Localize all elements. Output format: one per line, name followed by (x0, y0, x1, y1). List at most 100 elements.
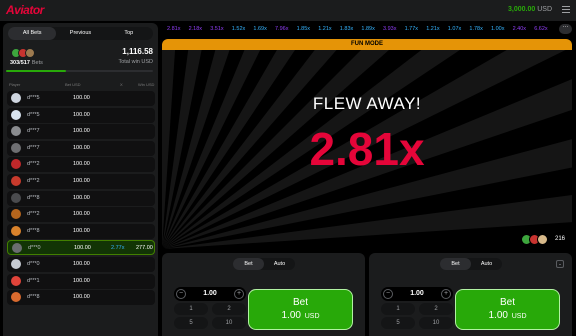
avatar (25, 48, 35, 58)
bet-amount: 100.00 (74, 245, 91, 252)
bet-row: d***1 100.00 (7, 273, 155, 289)
quick-amount-button[interactable]: 1 (174, 303, 208, 315)
game-area: FUN MODE FLEW AWAY! 2.81x 216 (162, 39, 572, 249)
quick-amount-button[interactable]: 5 (174, 317, 208, 329)
history-multiplier[interactable]: 1.07x (448, 26, 461, 32)
plus-icon[interactable]: + (234, 289, 244, 299)
balance-display: 3,000.00 USD (508, 6, 552, 13)
remove-panel-icon[interactable] (556, 260, 564, 268)
quick-amount-button[interactable]: 5 (381, 317, 415, 329)
player-name: d***5 (27, 95, 40, 101)
bet-button[interactable]: Bet 1.00 USD (248, 289, 353, 330)
avatar (11, 225, 21, 236)
bets-column-headers: Player Bet USD X Win USD (3, 81, 158, 89)
history-multiplier[interactable]: 3.93x (383, 26, 396, 32)
bet-row: d***0 100.00 2.77x 277.00 (7, 240, 155, 256)
quick-amount-button[interactable]: 10 (419, 317, 453, 329)
history-multiplier[interactable]: 7.96x (275, 26, 288, 32)
history-multiplier[interactable]: 6.62x (534, 26, 547, 32)
avatar (11, 109, 21, 120)
player-name: d***2 (27, 211, 40, 218)
avatar (11, 175, 21, 186)
bet-amount: 100.00 (73, 161, 90, 168)
avatar (11, 142, 21, 153)
plus-icon[interactable]: + (441, 289, 451, 299)
bet-mode-tabs: Bet Auto (440, 258, 502, 270)
bets-count-label: Bets (31, 60, 43, 66)
tab-bet[interactable]: Bet (233, 258, 264, 270)
player-name: d***1 (27, 277, 40, 284)
bets-count-value: 303/517 (10, 60, 30, 66)
bet-row: d***2 100.00 (7, 173, 155, 189)
player-name: d***0 (27, 260, 40, 267)
tab-all-bets[interactable]: All Bets (8, 27, 57, 40)
history-multiplier[interactable]: 1.00x (491, 26, 504, 32)
win-amount: 277.00 (136, 245, 153, 252)
online-players: 216 (521, 234, 570, 246)
history-multiplier[interactable]: 2.81x (167, 26, 180, 32)
bets-summary: 303/517 Bets 1,116.58 Total win USD (8, 45, 153, 73)
history-multiplier[interactable]: 1.77x (405, 26, 418, 32)
column-player: Player (9, 82, 21, 87)
history-multiplier[interactable]: 3.51x (210, 26, 223, 32)
bet-button-label: Bet (499, 297, 515, 308)
player-name: d***5 (27, 111, 40, 118)
tab-bet[interactable]: Bet (440, 258, 471, 270)
quick-amount-button[interactable]: 10 (212, 317, 246, 329)
aviator-logo: Aviator (6, 3, 44, 17)
player-name: d***8 (27, 294, 40, 301)
balance-amount: 3,000.00 (508, 6, 536, 13)
bet-amount-currency: USD (511, 313, 527, 320)
bet-button-amount: 1.00 USD (456, 310, 559, 321)
bet-button-label: Bet (292, 297, 308, 308)
column-win: Win USD (138, 82, 155, 87)
history-multiplier[interactable]: 1.52x (232, 26, 245, 32)
bet-button[interactable]: Bet 1.00 USD (455, 289, 560, 330)
bets-tabs: All Bets Previous Top (8, 27, 153, 40)
bet-row: d***7 100.00 (7, 124, 155, 140)
bet-amount: 100.00 (73, 128, 90, 135)
bets-progress-fill (6, 70, 67, 72)
bet-amount: 100.00 (73, 194, 90, 201)
bet-amount: 100.00 (73, 294, 90, 301)
fun-mode-banner: FUN MODE (162, 39, 572, 50)
quick-amount-button[interactable]: 2 (419, 303, 453, 315)
quick-amount-button[interactable]: 1 (381, 303, 415, 315)
bet-button-amount: 1.00 USD (249, 310, 352, 321)
bets-list: d***5 100.00 d***5 100.00 d***7 100.00 d***7 10… (7, 91, 155, 307)
tab-previous[interactable]: Previous (56, 27, 104, 40)
history-multiplier[interactable]: 2.40x (513, 26, 526, 32)
history-multiplier[interactable]: 1.83x (340, 26, 353, 32)
avatar (11, 93, 21, 103)
hamburger-menu-icon[interactable] (562, 6, 570, 13)
bet-amount: 100.00 (73, 277, 90, 284)
history-multiplier[interactable]: 1.69x (253, 26, 266, 32)
quick-amount-button[interactable]: 2 (212, 303, 246, 315)
bet-amount: 100.00 (73, 144, 90, 151)
stake-stepper: − 1.00 + (381, 287, 453, 301)
bets-count: 303/517 Bets (10, 60, 43, 66)
avatar (11, 275, 21, 286)
bets-panel: All Bets Previous Top 303/517 Bets 1,116.… (3, 23, 158, 336)
avatar (11, 209, 21, 220)
history-multiplier[interactable]: 1.21x (318, 26, 331, 32)
tab-top[interactable]: Top (105, 27, 153, 40)
bet-amount: 100.00 (73, 111, 90, 118)
history-multiplier[interactable]: 1.89x (361, 26, 374, 32)
bet-mode-tabs: Bet Auto (233, 258, 295, 270)
history-more-button[interactable]: ··· (559, 24, 572, 34)
history-multiplier[interactable]: 1.21x (426, 26, 439, 32)
tab-auto[interactable]: Auto (264, 258, 295, 270)
bet-row: d***2 100.00 (7, 157, 155, 173)
player-name: d***8 (27, 194, 40, 201)
bet-row: d***7 100.00 (7, 140, 155, 156)
online-count: 216 (555, 236, 566, 242)
history-multiplier[interactable]: 2.18x (189, 26, 202, 32)
player-name: d***7 (27, 128, 40, 135)
history-multiplier[interactable]: 1.85x (297, 26, 310, 32)
tab-auto[interactable]: Auto (471, 258, 502, 270)
multiplier-history: 2.81x 2.18x 3.51x 1.52x 1.69x 7.96x 1.85x 1.21x… (162, 24, 558, 36)
history-multiplier[interactable]: 1.78x (469, 26, 482, 32)
column-bet: Bet USD (65, 82, 81, 87)
avatar (537, 234, 548, 245)
